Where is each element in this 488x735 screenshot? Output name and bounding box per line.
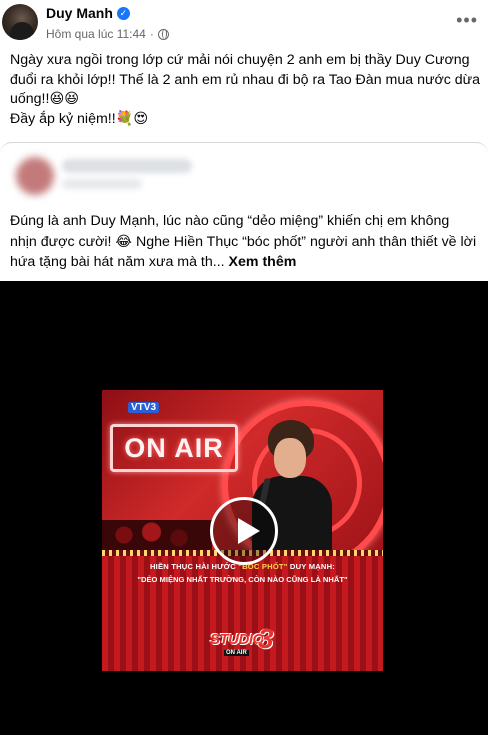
play-icon[interactable] (210, 497, 278, 565)
post-paragraph-2: Đầy ắp kỷ niệm!!💐😍 (10, 110, 149, 127)
shared-name-blurred (62, 159, 192, 173)
see-more-link[interactable]: Xem thêm (229, 254, 297, 270)
author-row: Duy Manh ✓ (46, 5, 130, 21)
logo-number: 3 (258, 623, 274, 654)
shared-avatar-blurred (16, 157, 54, 195)
post-paragraph-1: Ngày xưa ngồi trong lớp cứ mải nói chuyệ… (10, 52, 481, 107)
author-name[interactable]: Duy Manh (46, 5, 113, 21)
video-player[interactable]: VTV3 ON AIR HIỀN THỤC HÀI HƯỚC "BÓC PHỐT… (0, 281, 488, 735)
author-avatar[interactable] (2, 4, 38, 40)
shared-post-text: Đúng là anh Duy Mạnh, lúc nào cũng “dẻo … (10, 211, 480, 273)
verified-badge-icon: ✓ (116, 6, 130, 20)
video-caption-line-2: "DẺO MIỆNG NHẤT TRƯỜNG, CÒN NÀO CŨNG LÀ … (137, 575, 348, 584)
flower-bouquet (102, 520, 212, 550)
logo-word: STUDIO (210, 631, 264, 648)
singer-face (274, 438, 306, 478)
studio-on-air-3-logo: STUDIO ON AIR 3 (210, 623, 276, 661)
meta-separator: · (149, 27, 154, 41)
caption-suffix: DUY MẠNH: (287, 562, 335, 571)
on-air-sign: ON AIR (110, 424, 238, 472)
vtv3-logo: VTV3 (128, 402, 160, 413)
caption-prefix: HIỀN THỤC HÀI HƯỚC (150, 562, 239, 571)
post-header: Duy Manh ✓ Hôm qua lúc 11:44 · ••• (0, 0, 488, 46)
post-text: Ngày xưa ngồi trong lớp cứ mải nói chuyệ… (10, 51, 484, 129)
globe-icon (157, 28, 169, 40)
post-timestamp[interactable]: Hôm qua lúc 11:44 (46, 27, 146, 41)
post-meta: Hôm qua lúc 11:44 · (46, 27, 169, 41)
more-options-button[interactable]: ••• (456, 10, 478, 31)
shared-meta-blurred (62, 179, 142, 189)
logo-sub: ON AIR (224, 650, 249, 656)
